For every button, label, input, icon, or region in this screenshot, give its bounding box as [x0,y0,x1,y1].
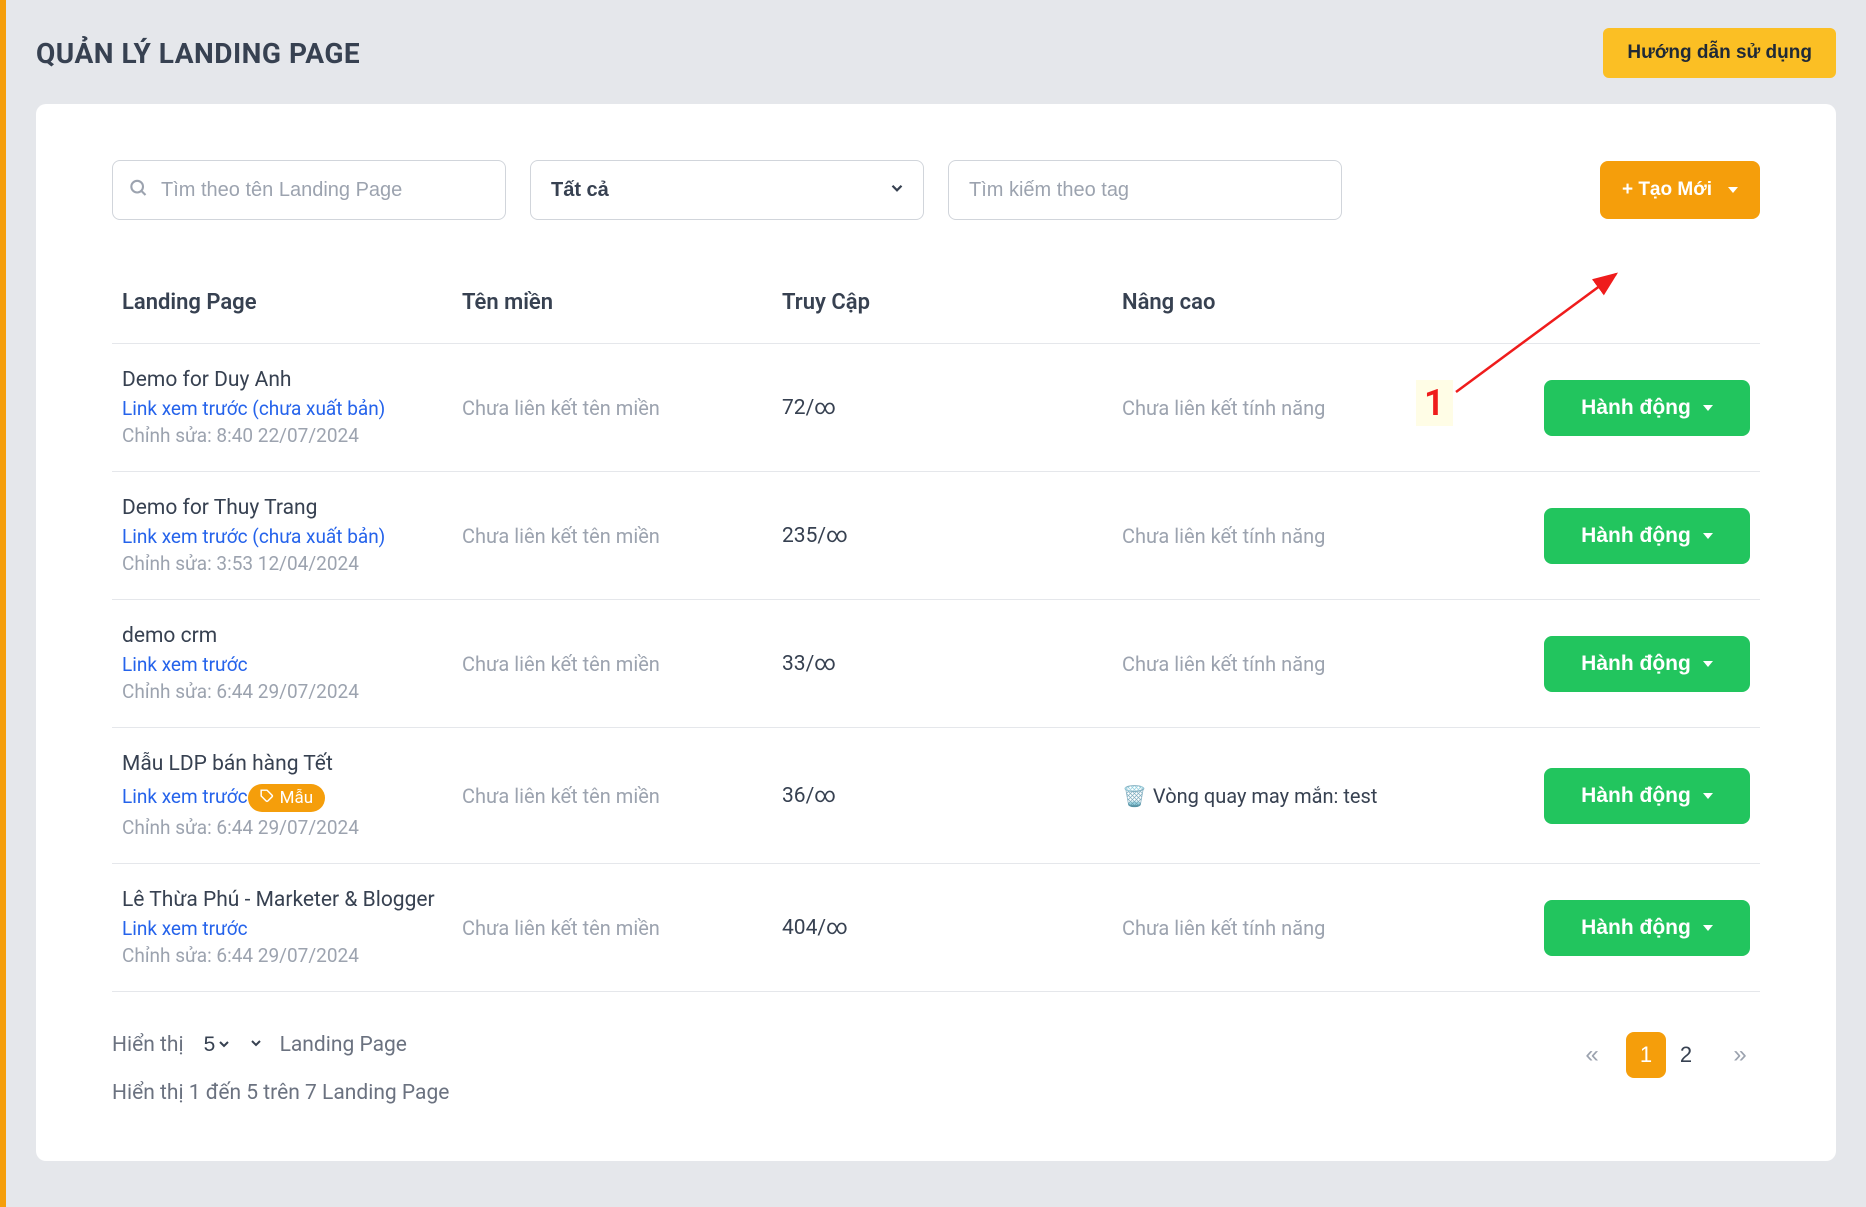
lp-domain: Chưa liên kết tên miền [452,600,772,728]
action-button[interactable]: Hành động [1544,768,1750,824]
lp-traffic: 235/∞ [782,524,848,548]
col-traffic: Truy Cập [772,290,1112,344]
tag-icon [260,788,274,808]
lp-traffic: 404/∞ [782,916,848,940]
per-page-suffix: Landing Page [280,1033,407,1057]
table-row: Mẫu LDP bán hàng Tết Link xem trước Mẫu Chỉ… [112,728,1760,864]
col-advanced: Nâng cao [1112,290,1534,344]
lp-traffic: 33/∞ [782,652,836,676]
table-row: Demo for Thuy Trang Link xem trước (chưa … [112,472,1760,600]
action-button[interactable]: Hành động [1544,508,1750,564]
lp-name: Demo for Duy Anh [122,368,442,392]
pager-prev[interactable]: « [1572,1032,1612,1078]
action-button-label: Hành động [1581,784,1691,808]
create-button-label: + Tạo Mới [1622,179,1712,201]
action-button-label: Hành động [1581,396,1691,420]
col-domain: Tên miền [452,290,772,344]
chevron-down-icon [248,1033,264,1057]
lp-name: Demo for Thuy Trang [122,496,442,520]
caret-down-icon [1703,405,1713,411]
caret-down-icon [1703,533,1713,539]
lp-preview-link[interactable]: Link xem trước [122,917,248,940]
tag-search-input[interactable] [948,160,1342,220]
action-button[interactable]: Hành động [1544,900,1750,956]
action-button[interactable]: Hành động [1544,636,1750,692]
lp-traffic: 36/∞ [782,784,836,808]
col-landing-page: Landing Page [112,290,452,344]
lp-preview-link[interactable]: Link xem trước [122,785,248,808]
lp-advanced: Chưa liên kết tính năng [1112,472,1534,600]
guide-button[interactable]: Hướng dẫn sử dụng [1603,28,1836,78]
per-page-control: Hiển thị 5 Landing Page [112,1032,449,1057]
trash-icon: 🗑️ [1122,784,1147,808]
lp-edited: Chỉnh sửa: 3:53 12/04/2024 [122,552,442,575]
caret-down-icon [1703,661,1713,667]
caret-down-icon [1703,793,1713,799]
pager-next[interactable]: » [1720,1032,1760,1078]
lp-name: Lê Thừa Phú - Marketer & Blogger [122,888,442,912]
lp-edited: Chỉnh sửa: 8:40 22/07/2024 [122,424,442,447]
action-button-label: Hành động [1581,652,1691,676]
search-wrap [112,160,506,220]
lp-advanced: Chưa liên kết tính năng [1112,600,1534,728]
action-button-label: Hành động [1581,524,1691,548]
caret-down-icon [1703,925,1713,931]
action-button-label: Hành động [1581,916,1691,940]
template-badge: Mẫu [248,784,325,812]
lp-domain: Chưa liên kết tên miền [452,864,772,992]
per-page-select[interactable]: 5 [200,1032,232,1057]
lp-name: Mẫu LDP bán hàng Tết [122,752,442,776]
caret-down-icon [1728,187,1738,193]
table-row: Demo for Duy Anh Link xem trước (chưa xuấ… [112,344,1760,472]
lp-domain: Chưa liên kết tên miền [452,472,772,600]
main-card: Tất cả + Tạo Mới 1 [36,104,1836,1161]
lp-edited: Chỉnh sửa: 6:44 29/07/2024 [122,944,442,967]
create-button[interactable]: + Tạo Mới [1600,161,1760,219]
lp-domain: Chưa liên kết tên miền [452,344,772,472]
filter-select-wrap: Tất cả [530,160,924,220]
filters-row: Tất cả + Tạo Mới [112,160,1760,220]
lp-advanced: 🗑️Vòng quay may mắn: test [1112,728,1534,864]
search-input[interactable] [112,160,506,220]
lp-domain: Chưa liên kết tên miền [452,728,772,864]
pagination-summary: Hiển thị 1 đến 5 trên 7 Landing Page [112,1081,449,1105]
lp-preview-link[interactable]: Link xem trước (chưa xuất bản) [122,525,385,548]
lp-name: demo crm [122,624,442,648]
pager-page[interactable]: 1 [1626,1032,1666,1078]
lp-traffic: 72/∞ [782,396,836,420]
action-button[interactable]: Hành động [1544,380,1750,436]
lp-advanced: Chưa liên kết tính năng [1112,864,1534,992]
lp-edited: Chỉnh sửa: 6:44 29/07/2024 [122,816,442,839]
pager-page[interactable]: 2 [1666,1032,1706,1078]
pager: « 12 » [1572,1032,1760,1078]
filter-select[interactable]: Tất cả [530,160,924,220]
search-icon [128,178,148,203]
page-title: QUẢN LÝ LANDING PAGE [36,37,360,70]
lp-preview-link[interactable]: Link xem trước (chưa xuất bản) [122,397,385,420]
table-row: demo crm Link xem trước Chỉnh sửa: 6:44 29… [112,600,1760,728]
lp-advanced: Chưa liên kết tính năng [1112,344,1534,472]
lp-preview-link[interactable]: Link xem trước [122,653,248,676]
per-page-label: Hiển thị [112,1033,184,1057]
template-badge-label: Mẫu [280,788,313,808]
col-actions [1534,290,1760,344]
lp-edited: Chỉnh sửa: 6:44 29/07/2024 [122,680,442,703]
table-footer: Hiển thị 5 Landing Page Hiển thị 1 đến 5… [112,1032,1760,1105]
table-row: Lê Thừa Phú - Marketer & Blogger Link xem… [112,864,1760,992]
landing-page-table: Landing Page Tên miền Truy Cập Nâng cao … [112,290,1760,992]
